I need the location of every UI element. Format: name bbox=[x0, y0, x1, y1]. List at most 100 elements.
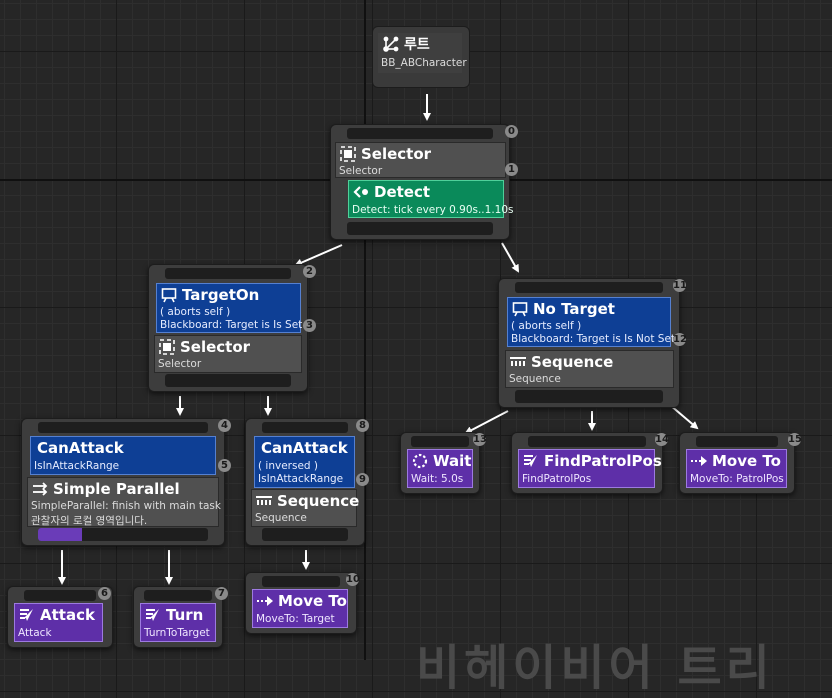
node-index-badge: 0 bbox=[505, 125, 518, 138]
wire-notarget-moveto bbox=[669, 404, 699, 430]
decorator-line2: IsInAttackRange bbox=[258, 473, 344, 485]
decorator-line1: IsInAttackRange bbox=[34, 460, 120, 472]
decorator-title: TargetOn bbox=[182, 286, 260, 304]
selector-title: Selector bbox=[361, 145, 432, 163]
selector-icon bbox=[340, 146, 356, 162]
decorator-canattack-inversed[interactable]: CanAttack ( inversed ) IsInAttackRange bbox=[254, 436, 355, 488]
decorator-title: No Target bbox=[533, 300, 615, 318]
input-pin[interactable] bbox=[262, 576, 340, 587]
node-index-badge: 4 bbox=[218, 419, 231, 432]
input-pin[interactable] bbox=[144, 590, 212, 601]
main-task-pin[interactable] bbox=[38, 528, 82, 541]
canattack-sequence-node[interactable]: 8 CanAttack ( inversed ) IsInAttackRange… bbox=[245, 418, 369, 546]
decorator-line1: ( aborts self ) bbox=[511, 320, 582, 332]
root-subtitle: BB_ABCharacter bbox=[381, 57, 467, 69]
selector-subtitle: Selector bbox=[339, 165, 383, 177]
task-subtitle: Attack bbox=[18, 627, 52, 639]
service-title: Detect bbox=[374, 183, 431, 201]
composite-block: Selector Selector bbox=[154, 335, 302, 373]
task-title: Move To bbox=[278, 592, 347, 610]
node-index-badge: 8 bbox=[356, 419, 369, 432]
decorator-notarget[interactable]: No Target ( aborts self ) Blackboard: Ta… bbox=[507, 297, 675, 347]
input-pin[interactable] bbox=[411, 436, 469, 447]
decorator-title: CanAttack bbox=[261, 439, 348, 457]
output-pin[interactable] bbox=[38, 528, 208, 541]
wire-notarget-wait bbox=[464, 410, 509, 434]
task-subtitle: TurnToTarget bbox=[144, 627, 210, 639]
sequence-icon bbox=[256, 493, 272, 509]
input-pin[interactable] bbox=[528, 436, 646, 447]
node-index-badge: 2 bbox=[303, 265, 316, 278]
task-icon bbox=[523, 453, 539, 469]
root-inner: 루트 BB_ABCharacter bbox=[378, 33, 467, 73]
task-title: Wait bbox=[433, 452, 472, 470]
composite-block: Selector Selector bbox=[335, 142, 506, 178]
node-index-badge: 13 bbox=[473, 433, 487, 446]
wire-selector-targeton bbox=[294, 244, 343, 267]
composite-title: Sequence bbox=[277, 492, 360, 510]
decorator-index-badge: 12 bbox=[673, 333, 687, 346]
task-icon bbox=[19, 607, 35, 623]
input-pin[interactable] bbox=[262, 422, 348, 433]
composite-block: Simple Parallel SimpleParallel: finish w… bbox=[27, 477, 221, 527]
decorator-index-badge: 9 bbox=[356, 473, 369, 486]
selector-main-node[interactable]: 0 Selector Selector 1 Detect Detect: tic… bbox=[330, 124, 518, 240]
moveto-icon bbox=[257, 593, 273, 609]
canattack-parallel-node[interactable]: 4 CanAttack IsInAttackRange 5 Simple Par… bbox=[21, 418, 231, 546]
task-subtitle: MoveTo: PatrolPos bbox=[690, 473, 784, 485]
service-detect[interactable]: Detect Detect: tick every 0.90s..1.10s bbox=[348, 180, 514, 218]
node-index-badge: 14 bbox=[655, 433, 669, 446]
input-pin[interactable] bbox=[347, 128, 493, 139]
decorator-targeton[interactable]: TargetOn ( aborts self ) Blackboard: Tar… bbox=[156, 283, 303, 333]
input-pin[interactable] bbox=[38, 422, 208, 433]
node-index-badge: 10 bbox=[346, 573, 360, 586]
task-subtitle: Wait: 5.0s bbox=[411, 473, 464, 485]
output-pin[interactable] bbox=[262, 528, 348, 541]
task-turn-node[interactable]: 7 Turn TurnToTarget bbox=[133, 586, 228, 648]
composite-line1: SimpleParallel: finish with main task bbox=[31, 500, 221, 512]
service-subtitle: Detect: tick every 0.90s..1.10s bbox=[352, 204, 514, 216]
output-pin[interactable] bbox=[165, 374, 291, 387]
decorator-line1: ( inversed ) bbox=[258, 460, 319, 472]
decorator-index-badge: 5 bbox=[218, 459, 231, 472]
composite-subtitle: Sequence bbox=[255, 512, 307, 524]
task-block: Move To MoveTo: PatrolPos bbox=[686, 449, 787, 488]
service-icon bbox=[353, 184, 369, 200]
node-index-badge: 7 bbox=[215, 587, 228, 600]
task-icon bbox=[145, 607, 161, 623]
input-pin[interactable] bbox=[24, 590, 96, 601]
task-wait-node[interactable]: 13 Wait Wait: 5.0s bbox=[400, 432, 487, 494]
decorator-line2: Blackboard: Target is Is Not Set bbox=[511, 333, 676, 345]
input-pin[interactable] bbox=[515, 282, 663, 293]
targeton-selector-node[interactable]: 2 TargetOn ( aborts self ) Blackboard: T… bbox=[148, 264, 316, 392]
output-pin[interactable] bbox=[347, 222, 493, 235]
blackboard-icon bbox=[512, 301, 528, 317]
notarget-sequence-node[interactable]: 11 No Target ( aborts self ) Blackboard:… bbox=[498, 278, 687, 408]
selector-icon bbox=[159, 339, 175, 355]
task-title: Move To bbox=[712, 452, 781, 470]
composite-block: Sequence Sequence bbox=[505, 350, 674, 388]
node-index-badge: 11 bbox=[673, 279, 687, 292]
parallel-icon bbox=[32, 481, 48, 497]
node-index-badge: 6 bbox=[98, 587, 111, 600]
task-attack-node[interactable]: 6 Attack Attack bbox=[7, 586, 113, 648]
sequence-icon bbox=[510, 354, 526, 370]
input-pin[interactable] bbox=[165, 268, 291, 279]
decorator-index-badge: 3 bbox=[303, 319, 316, 332]
decorator-title: CanAttack bbox=[37, 439, 124, 457]
decorator-canattack[interactable]: CanAttack IsInAttackRange bbox=[30, 436, 216, 475]
moveto-icon bbox=[691, 453, 707, 469]
output-pin[interactable] bbox=[515, 390, 663, 403]
task-moveto-target-node[interactable]: 10 Move To MoveTo: Target bbox=[245, 572, 360, 634]
task-block: Attack Attack bbox=[14, 603, 103, 642]
task-findpatrolpos-node[interactable]: 14 FindPatrolPos FindPatrolPos bbox=[511, 432, 669, 494]
task-moveto-patrol-node[interactable]: 15 Move To MoveTo: PatrolPos bbox=[679, 432, 802, 494]
root-node[interactable]: 루트 BB_ABCharacter bbox=[372, 26, 470, 88]
composite-subtitle: Sequence bbox=[509, 373, 561, 385]
decorator-line2: Blackboard: Target is Is Set bbox=[160, 319, 303, 331]
input-pin[interactable] bbox=[696, 436, 778, 447]
task-title: Turn bbox=[166, 606, 204, 624]
task-title: FindPatrolPos bbox=[544, 452, 662, 470]
composite-subtitle: Selector bbox=[158, 358, 202, 370]
task-block: Wait Wait: 5.0s bbox=[407, 449, 473, 488]
